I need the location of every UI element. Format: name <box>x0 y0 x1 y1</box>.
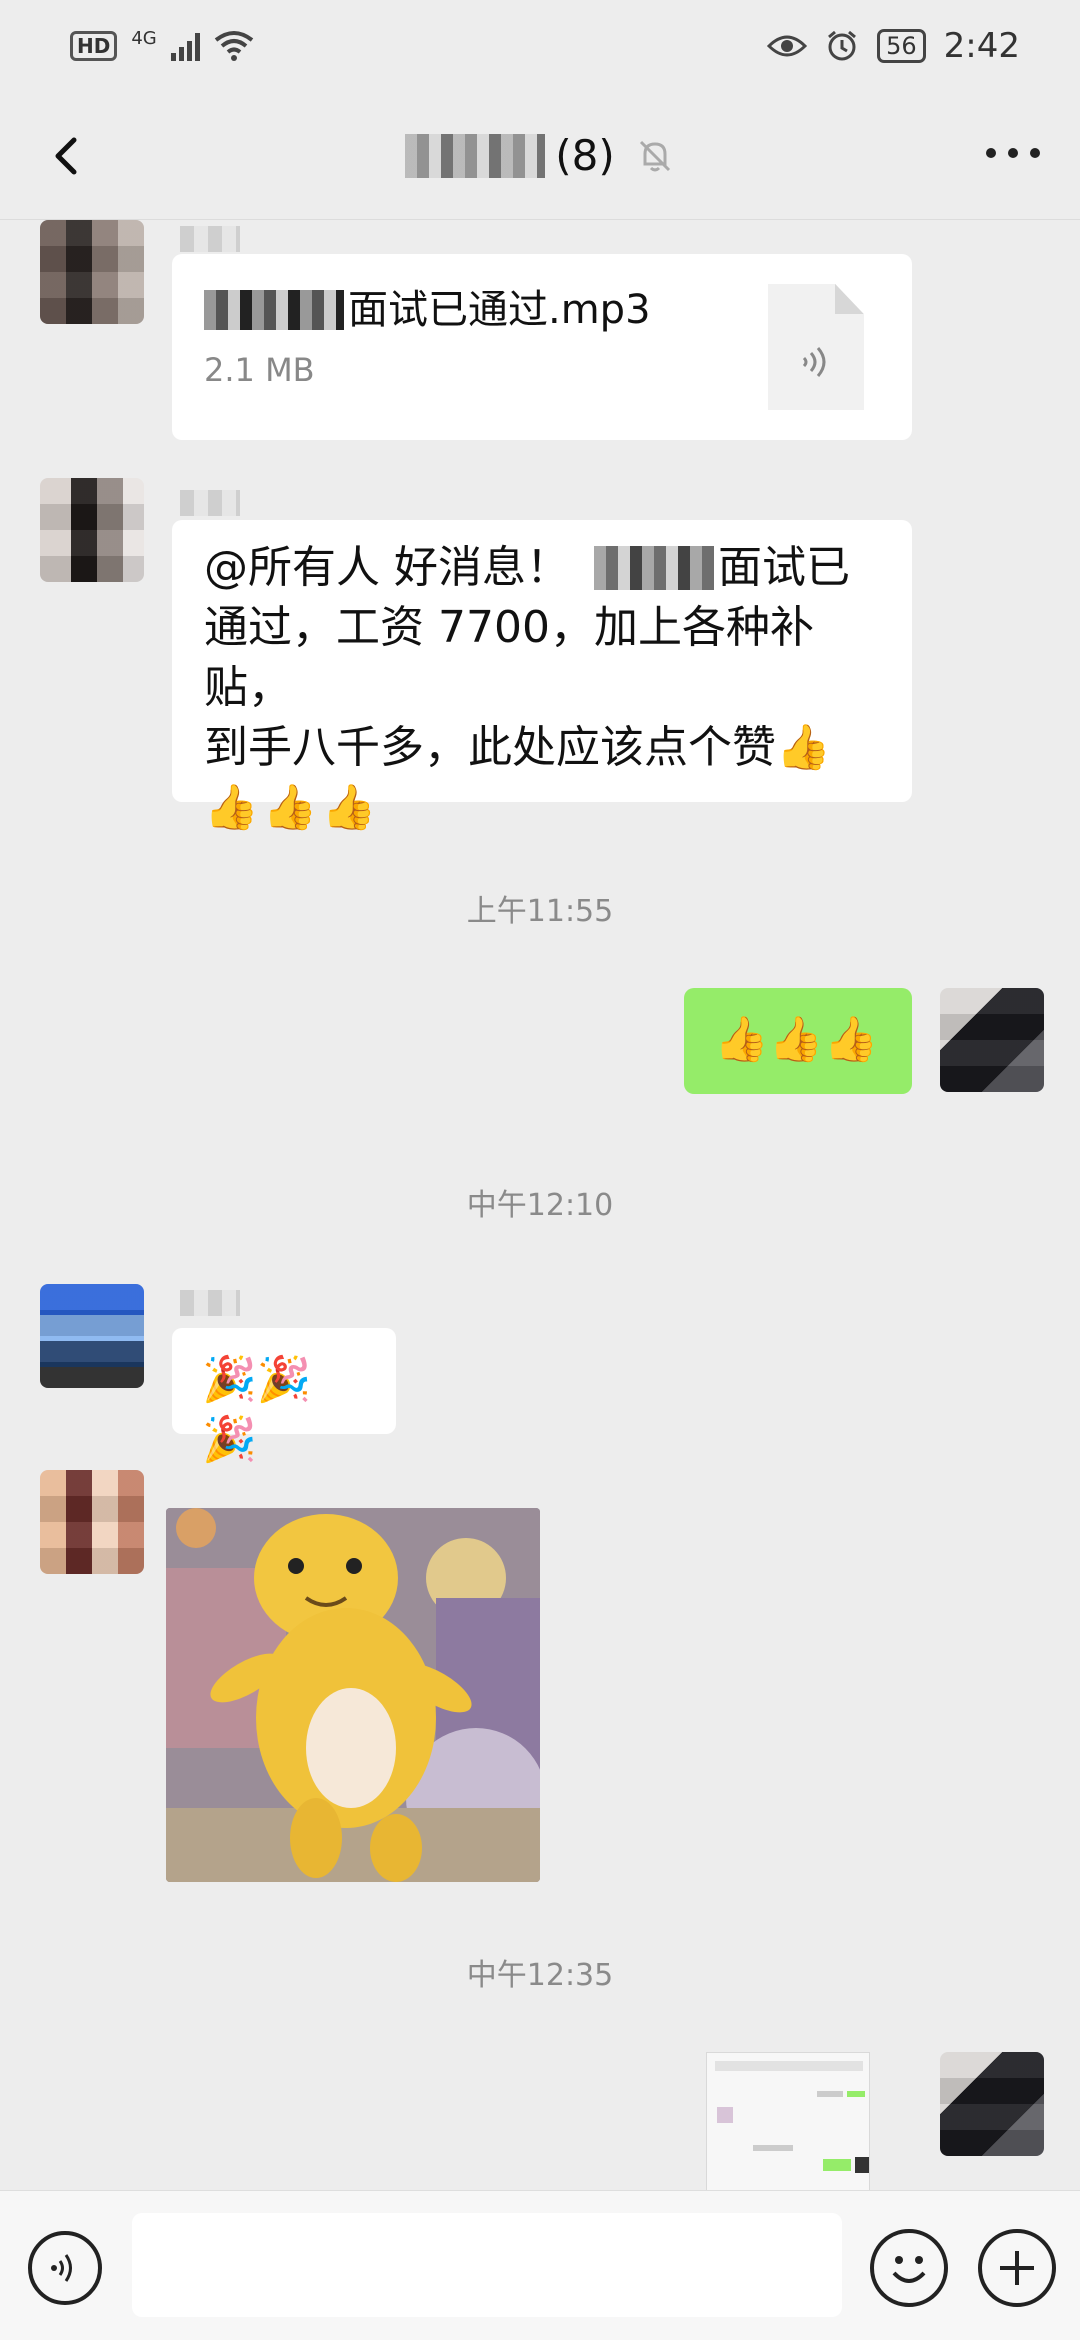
audio-file-icon <box>768 284 864 410</box>
avatar[interactable] <box>40 1284 144 1388</box>
sticker-image[interactable] <box>166 1508 540 1882</box>
chat-messages[interactable]: 面试已通过.mp3 2.1 MB @所有人 好消息！ 面试已 通过，工资 770… <box>0 220 1080 2212</box>
avatar[interactable] <box>40 478 144 582</box>
eye-icon <box>767 35 808 57</box>
my-avatar[interactable] <box>940 2052 1044 2156</box>
network-type: 4G <box>131 27 157 49</box>
wifi-icon <box>214 31 253 61</box>
file-message[interactable]: 面试已通过.mp3 2.1 MB <box>172 254 912 440</box>
name-redacted <box>594 546 714 590</box>
thumbs-up-emoji: 👍 <box>776 722 831 773</box>
my-message[interactable]: 👍👍👍 <box>684 988 912 1094</box>
hd-indicator: HD <box>70 31 118 61</box>
screenshot-image[interactable] <box>706 2052 870 2212</box>
clock-time: 2:42 <box>943 26 1020 66</box>
signal-icon <box>170 31 200 61</box>
message-input[interactable] <box>132 2213 842 2317</box>
message-line: 面试已 <box>718 542 850 593</box>
member-count: (8) <box>555 131 615 180</box>
text-message[interactable]: @所有人 好消息！ 面试已 通过，工资 7700，加上各种补贴， 到手八千多，此… <box>172 520 912 833</box>
emoji-icon[interactable] <box>870 2229 948 2307</box>
chat-header: (8) <box>0 92 1080 220</box>
sender-name-redacted <box>180 226 240 252</box>
group-name-redacted <box>405 133 546 178</box>
alarm-icon <box>828 30 857 61</box>
thumbs-up-emoji: 👍 <box>204 782 259 833</box>
more-options-icon[interactable] <box>986 148 1040 158</box>
status-bar: HD 4G 56 2:42 <box>0 0 1080 92</box>
yellow-dino-sticker <box>166 1508 540 1882</box>
file-name-redacted <box>204 290 344 330</box>
plus-icon[interactable] <box>978 2229 1056 2307</box>
thumbs-up-emoji: 👍 <box>262 782 318 833</box>
sender-name-redacted <box>180 1290 240 1316</box>
chat-title: (8) <box>405 131 675 180</box>
sender-name-redacted <box>180 490 240 516</box>
mute-bell-icon <box>639 140 670 171</box>
message-line: 通过，工资 7700，加上各种补贴， <box>204 602 814 713</box>
back-arrow-icon[interactable] <box>40 128 96 184</box>
message-line: @所有人 好消息！ <box>204 542 570 593</box>
text-message[interactable]: 🎉🎉🎉 <box>172 1328 396 1465</box>
message-line: 到手八千多，此处应该点个赞 <box>204 722 776 773</box>
battery-level: 56 <box>877 29 926 63</box>
timestamp: 上午11:55 <box>466 894 614 929</box>
timestamp: 中午12:35 <box>466 1958 614 1993</box>
my-avatar[interactable] <box>940 988 1044 1092</box>
avatar[interactable] <box>40 1470 144 1574</box>
avatar[interactable] <box>40 220 144 324</box>
input-bar <box>0 2190 1080 2340</box>
thumbs-up-emoji: 👍 <box>321 782 377 833</box>
voice-input-icon[interactable] <box>28 2231 102 2305</box>
file-name: 面试已通过.mp3 <box>348 287 651 333</box>
timestamp: 中午12:10 <box>466 1188 614 1223</box>
